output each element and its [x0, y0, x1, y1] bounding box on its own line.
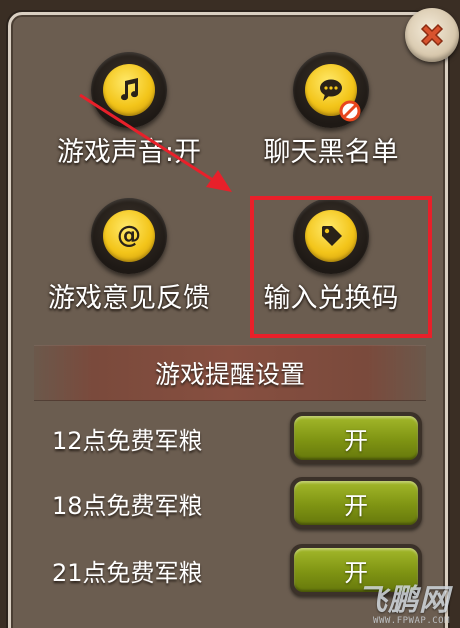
chat-blacklist-orb: [293, 52, 369, 128]
reminder-toggle-18[interactable]: 开: [290, 477, 422, 529]
reminder-settings-header: 游戏提醒设置: [34, 345, 426, 401]
reminder-toggle-12-state: 开: [294, 416, 418, 460]
reminder-label-12: 12点免费军粮: [52, 426, 203, 455]
watermark-logo: 飞鹏网: [357, 583, 450, 618]
watermark-url: WWW.FPWAP.COM: [373, 616, 450, 626]
music-note-icon: [121, 78, 139, 101]
reminder-toggle-12[interactable]: 开: [290, 412, 422, 464]
blocked-icon: [339, 100, 361, 122]
redeem-highlight-box: [250, 196, 432, 338]
feedback-tile[interactable]: @ 游戏意见反馈: [34, 198, 224, 338]
feedback-label: 游戏意见反馈: [48, 283, 210, 314]
chat-blacklist-tile[interactable]: 聊天黑名单: [236, 52, 426, 192]
close-icon: [420, 23, 444, 47]
sound-toggle-tile[interactable]: 游戏声音:开: [34, 52, 224, 192]
feedback-orb: @: [91, 198, 167, 274]
svg-text:@: @: [117, 221, 141, 249]
sound-label: 游戏声音:开: [56, 137, 202, 168]
site-watermark: 飞鹏网 WWW.FPWAP.COM: [357, 583, 450, 627]
reminder-row-18: 18点免费军粮 开: [52, 475, 422, 531]
reminder-row-12: 12点免费军粮 开: [52, 410, 422, 466]
reminder-toggle-18-state: 开: [294, 481, 418, 525]
reminder-label-21: 21点免费军粮: [52, 558, 203, 587]
at-sign-icon: @: [117, 221, 141, 249]
reminder-settings-title: 游戏提醒设置: [154, 360, 305, 389]
reminder-label-18: 18点免费军粮: [52, 491, 203, 520]
chat-blacklist-label: 聊天黑名单: [263, 137, 399, 168]
sound-orb: [91, 52, 167, 128]
